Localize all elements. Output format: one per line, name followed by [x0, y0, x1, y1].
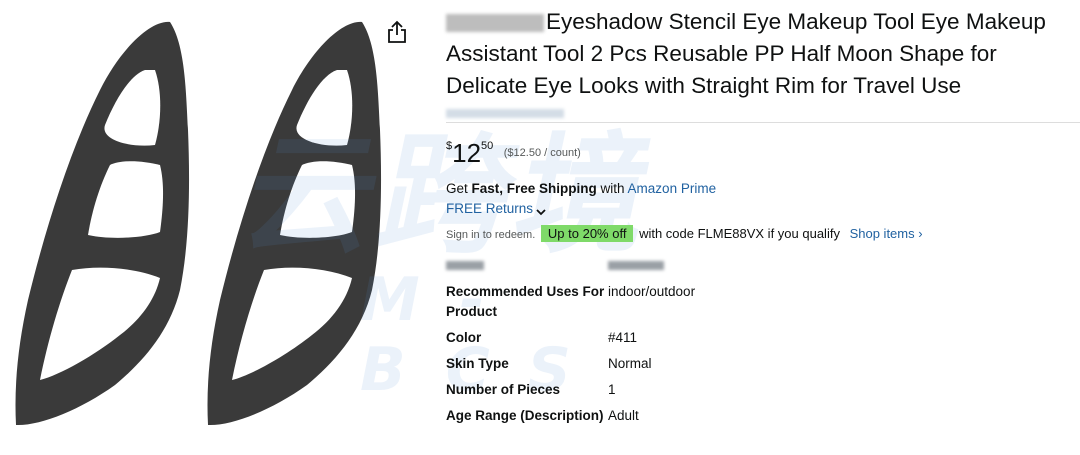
spec-value: #411 — [608, 330, 638, 345]
spec-value: 1 — [608, 382, 616, 397]
shipping-bold: Fast, Free Shipping — [471, 181, 597, 196]
shipping-prefix: Get — [446, 181, 472, 196]
brand-name-redacted[interactable] — [446, 14, 544, 33]
divider — [446, 122, 1080, 123]
spec-key: Skin Type — [446, 356, 509, 371]
spec-value: Adult — [608, 408, 639, 423]
price-block: $1250 ($12.50 / count) — [446, 138, 581, 172]
spec-key: Recommended Uses For Product — [446, 284, 605, 319]
coupon-promo: Sign in to redeem. Up to 20% off with co… — [446, 224, 923, 244]
eyeshadow-stencil-image — [15, 21, 382, 426]
specs-header-right — [608, 261, 664, 270]
spec-key: Color — [446, 330, 482, 345]
specs-header-redacted — [446, 260, 746, 274]
spec-value: Normal — [608, 356, 652, 371]
chevron-down-icon[interactable] — [535, 204, 547, 216]
product-image[interactable] — [0, 0, 420, 455]
free-returns-link[interactable]: FREE Returns — [446, 201, 533, 216]
spec-key: Number of Pieces — [446, 382, 561, 397]
product-title: Eyeshadow Stencil Eye Makeup Tool Eye Ma… — [446, 6, 1076, 102]
price-whole: 12 — [452, 138, 482, 168]
shipping-middle: with — [596, 181, 628, 196]
shop-items-link[interactable]: Shop items › — [850, 226, 923, 241]
spec-value: indoor/outdoor — [608, 284, 696, 299]
discount-badge: Up to 20% off — [540, 225, 634, 242]
share-icon[interactable] — [386, 20, 410, 46]
price-fraction: 50 — [481, 140, 494, 152]
stencil-right — [207, 21, 382, 426]
product-details: Eyeshadow Stencil Eye Makeup Tool Eye Ma… — [446, 0, 1080, 455]
stencil-left — [15, 21, 190, 426]
signin-text: Sign in to redeem. — [446, 229, 536, 241]
free-returns[interactable]: FREE Returns — [446, 200, 547, 218]
store-link-redacted[interactable] — [446, 109, 564, 118]
spec-key: Age Range (Description) — [446, 408, 604, 423]
amazon-prime-link[interactable]: Amazon Prime — [628, 181, 717, 196]
specs-header-left — [446, 261, 484, 270]
shipping-info: Get Fast, Free Shipping with Amazon Prim… — [446, 180, 716, 198]
price-symbol: $ — [446, 140, 453, 152]
unit-price: ($12.50 / count) — [503, 147, 581, 159]
coupon-code-text: with code FLME88VX if you qualify — [635, 226, 840, 241]
